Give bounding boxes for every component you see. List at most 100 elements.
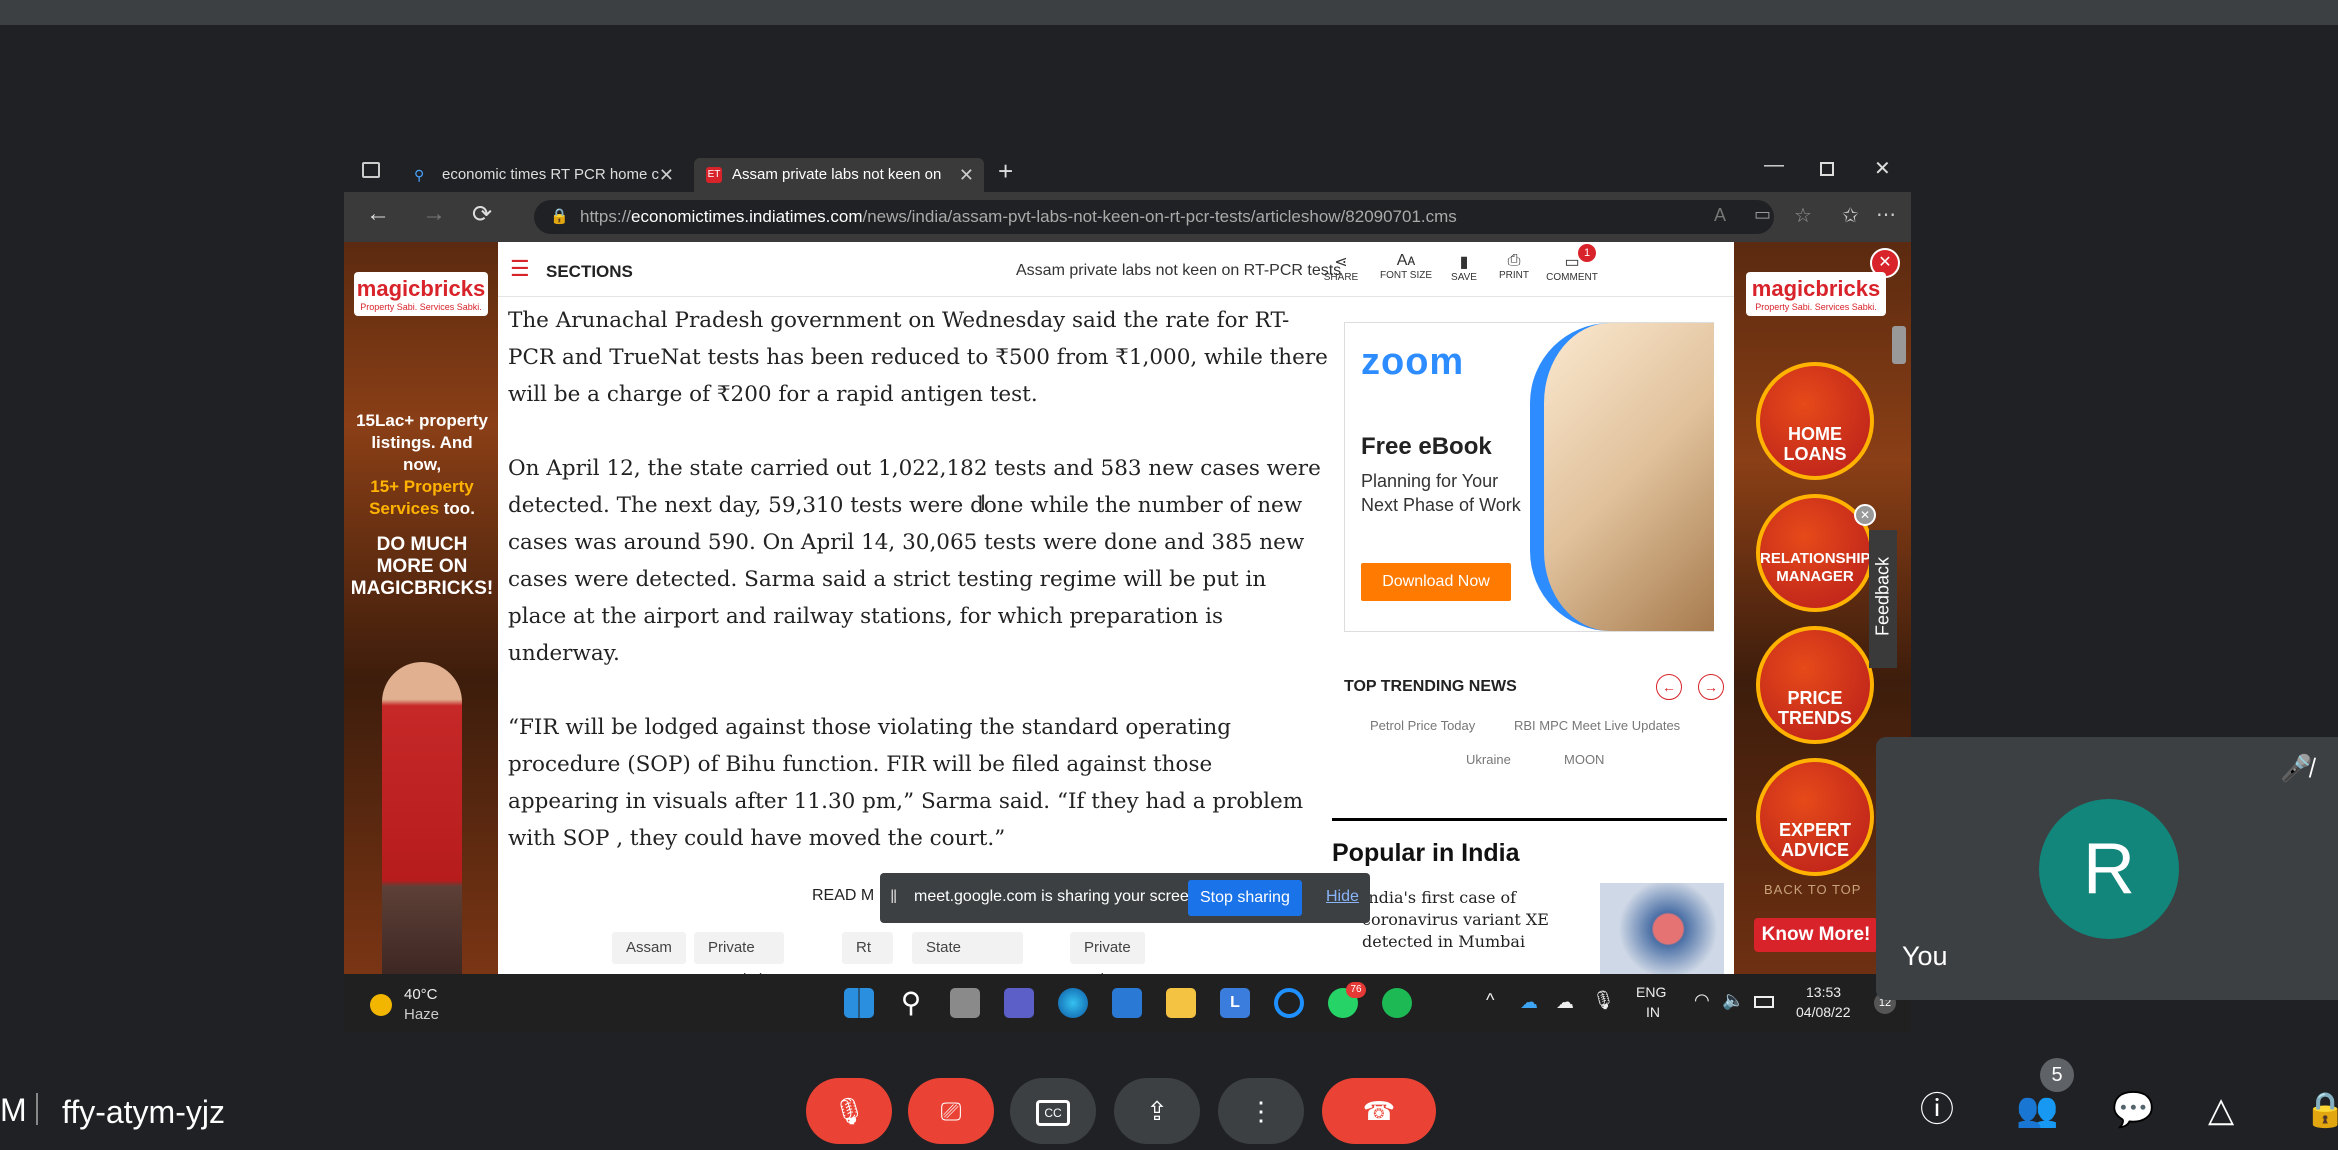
- lang-line1[interactable]: ENG: [1636, 984, 1666, 1000]
- wifi-icon[interactable]: ◠: [1694, 990, 1710, 1011]
- trending-item[interactable]: RBI MPC Meet Live Updates: [1514, 718, 1680, 733]
- page-scrollbar[interactable]: [1892, 326, 1906, 364]
- zoom-ad-subtitle: Planning for Your Next Phase of Work: [1361, 471, 1521, 515]
- forward-icon[interactable]: →: [422, 200, 446, 228]
- comment-action[interactable]: ▭ COMMENT 1: [1540, 244, 1604, 283]
- popular-item-text[interactable]: India's first case of coronavirus varian…: [1362, 887, 1552, 953]
- host-controls-icon[interactable]: 🔒: [2304, 1092, 2338, 1128]
- clock-date[interactable]: 04/08/22: [1796, 1004, 1851, 1020]
- ad-brand: magicbricks: [356, 276, 486, 301]
- tag-chip[interactable]: Private Hospitals: [694, 932, 784, 974]
- edge-icon[interactable]: [1058, 988, 1088, 1018]
- mic-toggle-button[interactable]: 🎙: [806, 1078, 892, 1144]
- tab-label: economic times RT PCR home c: [442, 166, 660, 183]
- windows-start-icon[interactable]: [844, 988, 874, 1018]
- zoom-ad[interactable]: ⓘ✕ zoom Free eBook Planning for Your Nex…: [1344, 322, 1714, 632]
- menu-icon[interactable]: ☰: [510, 256, 530, 282]
- end-call-button[interactable]: ☎: [1322, 1078, 1436, 1144]
- ad-brand: magicbricks: [1751, 276, 1881, 301]
- url-path: /news/india/assam-pvt-labs-not-keen-on-r…: [862, 207, 1457, 226]
- close-feedback-icon[interactable]: ✕: [1854, 504, 1876, 526]
- left-ad-banner[interactable]: magicbricks Property Sabi. Services Sabk…: [344, 242, 498, 974]
- more-icon[interactable]: ⋯: [1876, 202, 1896, 227]
- expert-advice-button[interactable]: EXPERT ADVICE: [1756, 758, 1874, 876]
- search-icon: ⚲: [414, 167, 425, 183]
- close-tab-icon[interactable]: ✕: [659, 158, 674, 192]
- reader-icon[interactable]: ▭: [1754, 204, 1771, 225]
- popular-in-india: Popular in India India's first case of c…: [1332, 818, 1727, 974]
- volume-icon[interactable]: 🔈: [1722, 990, 1744, 1011]
- activities-icon[interactable]: △: [2208, 1092, 2234, 1128]
- trending-item[interactable]: Ukraine: [1466, 752, 1511, 767]
- trending-item[interactable]: Petrol Price Today: [1370, 718, 1475, 733]
- people-icon[interactable]: 👥: [2016, 1092, 2058, 1128]
- tag-chip[interactable]: Rt Pcr: [842, 932, 893, 974]
- ad-tagline: Property Sabi. Services Sabki.: [360, 302, 482, 312]
- close-window-icon[interactable]: ✕: [1874, 156, 1891, 181]
- lang-line2[interactable]: IN: [1646, 1004, 1660, 1020]
- battery-icon[interactable]: [1754, 996, 1774, 1008]
- tag-chip[interactable]: State Government: [912, 932, 1023, 974]
- back-icon[interactable]: ←: [366, 200, 390, 228]
- teams-icon[interactable]: [1004, 988, 1034, 1018]
- read-aloud-icon[interactable]: A: [1714, 205, 1726, 226]
- self-view-label: You: [1902, 941, 1948, 971]
- download-now-button[interactable]: Download Now: [1361, 563, 1511, 601]
- weather-temp: 40°C: [404, 986, 438, 1003]
- font-size-action[interactable]: Aᴀ FONT SIZE: [1374, 252, 1438, 281]
- restore-icon[interactable]: [1820, 162, 1834, 176]
- tag-chip[interactable]: Assam: [612, 932, 686, 964]
- weather-icon: [370, 994, 392, 1016]
- tray-chevron-icon[interactable]: ^: [1486, 990, 1494, 1011]
- know-more-button[interactable]: Know More!: [1754, 918, 1878, 952]
- chat-icon[interactable]: 💬: [2112, 1092, 2154, 1128]
- share-action[interactable]: ⋖ SHARE: [1316, 252, 1366, 283]
- save-action[interactable]: ▮ SAVE: [1444, 252, 1484, 283]
- stop-sharing-button[interactable]: Stop sharing: [1188, 880, 1302, 916]
- onedrive-icon[interactable]: ☁: [1520, 992, 1538, 1013]
- meeting-info-icon[interactable]: ⓘ: [1920, 1092, 1954, 1128]
- cloud-icon[interactable]: ☁: [1556, 992, 1574, 1013]
- l-app-icon[interactable]: L: [1220, 988, 1250, 1018]
- tab-actions-icon[interactable]: [362, 162, 380, 178]
- next-arrow-icon[interactable]: →: [1698, 674, 1724, 700]
- comment-count-badge: 1: [1578, 244, 1596, 262]
- spotify-icon[interactable]: [1382, 988, 1412, 1018]
- home-loans-button[interactable]: HOME LOANS: [1756, 362, 1874, 480]
- clock-time[interactable]: 13:53: [1806, 984, 1841, 1000]
- cortana-icon[interactable]: [1274, 988, 1304, 1018]
- hide-banner-link[interactable]: Hide: [1326, 888, 1359, 906]
- camera-toggle-button[interactable]: ⎚: [908, 1078, 994, 1144]
- url-domain: economictimes.indiatimes.com: [631, 207, 863, 226]
- print-action[interactable]: ⎙ PRINT: [1492, 252, 1536, 281]
- minimize-icon[interactable]: —: [1764, 154, 1784, 177]
- read-more-link[interactable]: READ M: [812, 887, 874, 905]
- trending-item[interactable]: MOON: [1564, 752, 1604, 767]
- close-tab-icon[interactable]: ✕: [959, 158, 974, 192]
- pause-icon: ‖: [890, 887, 898, 907]
- tag-chip[interactable]: Private Labs: [1070, 932, 1145, 974]
- favorite-icon[interactable]: ☆: [1794, 203, 1812, 228]
- task-view-icon[interactable]: [950, 988, 980, 1018]
- url-field[interactable]: 🔒 https://economictimes.indiatimes.com/n…: [534, 200, 1774, 234]
- new-tab-icon[interactable]: +: [998, 156, 1013, 187]
- search-icon[interactable]: ⚲: [896, 988, 926, 1018]
- mic-muted-icon: 🎤̸: [2280, 753, 2313, 783]
- microphone-icon[interactable]: 🎙: [1592, 990, 1615, 1011]
- present-button[interactable]: ⇪: [1114, 1078, 1200, 1144]
- popular-item-image[interactable]: [1600, 883, 1724, 974]
- captions-button[interactable]: CC: [1010, 1078, 1096, 1144]
- browser-tab-2[interactable]: ET Assam private labs not keen on ✕: [694, 158, 984, 192]
- sections-label[interactable]: SECTIONS: [546, 262, 633, 282]
- feedback-tab[interactable]: Feedback: [1869, 530, 1897, 668]
- prev-arrow-icon[interactable]: ←: [1656, 674, 1682, 700]
- price-trends-button[interactable]: PRICE TRENDS: [1756, 626, 1874, 744]
- file-explorer-icon[interactable]: [1166, 988, 1196, 1018]
- more-options-button[interactable]: ⋮: [1218, 1078, 1304, 1144]
- favorites-bar-icon[interactable]: ✩: [1842, 203, 1859, 228]
- ad-tagline: Property Sabi. Services Sabki.: [1755, 302, 1877, 312]
- refresh-icon[interactable]: ⟳: [472, 200, 492, 229]
- browser-tab-1[interactable]: ⚲ economic times RT PCR home c ✕: [404, 158, 684, 192]
- store-icon[interactable]: [1112, 988, 1142, 1018]
- back-to-top-text[interactable]: BACK TO TOP: [1764, 882, 1861, 897]
